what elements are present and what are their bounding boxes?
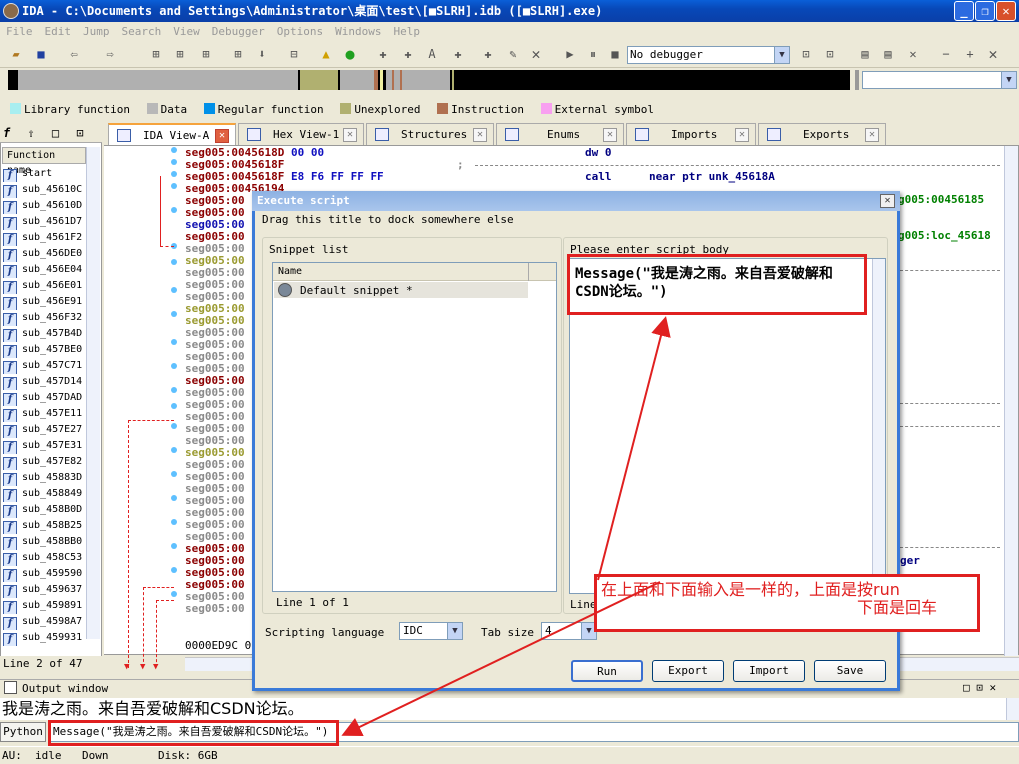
annotation-arrow-down (341, 581, 661, 737)
annotation-arrows (341, 316, 671, 737)
annotation-arrow-up (597, 316, 671, 581)
